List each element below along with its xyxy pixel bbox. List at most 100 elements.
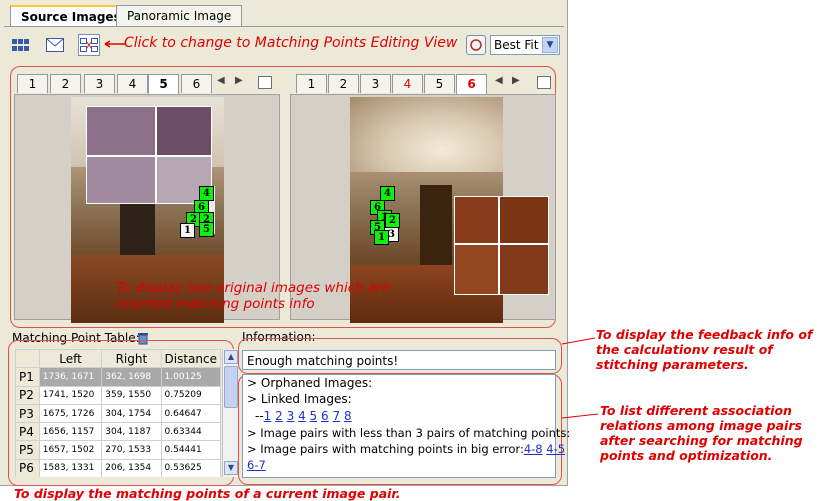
row-id: P3: [15, 403, 40, 424]
header-distance[interactable]: Distance: [160, 349, 221, 369]
less-than-3-line: > Image pairs with less than 3 pairs of …: [247, 426, 571, 440]
scroll-up-icon[interactable]: ▲: [224, 350, 238, 364]
linked-image-link[interactable]: 8: [344, 409, 352, 423]
right-tab-4[interactable]: 4: [392, 74, 423, 93]
big-error-line-wrap: 6-7: [247, 458, 266, 472]
left-magnifier-cell-1: [86, 106, 156, 156]
big-error-link[interactable]: 4-8: [524, 442, 543, 456]
big-error-label: > Image pairs with matching points in bi…: [247, 442, 524, 456]
row-right: 304, 1187: [101, 422, 162, 442]
table-row[interactable]: P1 1736, 1671 362, 1698 1.00125: [15, 367, 221, 387]
left-match-marker[interactable]: 5: [199, 222, 214, 237]
linked-image-link[interactable]: 3: [287, 409, 295, 423]
matching-point-table: Left Right Distance P1 1736, 1671 362, 1…: [15, 349, 221, 477]
right-tab-3[interactable]: 3: [360, 74, 391, 93]
row-left: 1675, 1726: [38, 403, 103, 424]
right-match-marker[interactable]: 4: [380, 186, 395, 201]
orphaned-images-line: > Orphaned Images:: [247, 376, 373, 390]
left-magnifier-cell-2: [156, 106, 212, 156]
table-row[interactable]: P2 1741, 1520 359, 1550 0.75209: [15, 385, 221, 405]
big-error-link[interactable]: 4-5: [546, 442, 565, 456]
row-distance: 0.63344: [160, 422, 221, 442]
right-scroll-left-icon[interactable]: ◀: [495, 75, 503, 86]
zoom-select[interactable]: Best Fit ▼: [490, 35, 560, 55]
right-image-ceiling: [350, 97, 503, 172]
left-scroll-right-icon[interactable]: ▶: [235, 75, 243, 86]
tab-source-images[interactable]: Source Images: [10, 5, 132, 27]
linked-image-link[interactable]: 2: [275, 409, 283, 423]
chevron-down-icon[interactable]: ▼: [542, 37, 558, 53]
matching-points-editing-icon[interactable]: [78, 34, 100, 56]
table-row[interactable]: P5 1657, 1502 270, 1533 0.54441: [15, 440, 221, 460]
right-match-marker[interactable]: 2: [385, 213, 400, 228]
right-magnifier-cell-3: [454, 244, 499, 295]
table-row[interactable]: P4 1656, 1157 304, 1187 0.63344: [15, 422, 221, 442]
right-restore-icon[interactable]: [537, 76, 551, 89]
row-id: P6: [15, 458, 40, 477]
right-tab-6[interactable]: 6: [456, 74, 487, 94]
linked-image-link[interactable]: 5: [310, 409, 318, 423]
thumbnail-view-icon[interactable]: [10, 34, 32, 56]
image-view-icon[interactable]: [44, 34, 66, 56]
scroll-down-icon[interactable]: ▼: [224, 461, 238, 475]
row-distance: 0.75209: [160, 385, 221, 405]
relations-list: > Orphaned Images: > Linked Images: --1 …: [242, 374, 570, 478]
right-tab-2[interactable]: 2: [328, 74, 359, 93]
row-id: P5: [15, 440, 40, 460]
left-match-marker-selected[interactable]: 1: [180, 223, 195, 238]
feedback-field: Enough matching points!: [242, 350, 556, 370]
tab-panoramic-image[interactable]: Panoramic Image: [116, 5, 243, 26]
right-magnifier-cell-2: [499, 196, 549, 244]
row-left: 1736, 1671: [38, 367, 103, 387]
relations-connector: [561, 413, 599, 419]
right-image-door: [420, 185, 452, 270]
row-distance: 0.64647: [160, 403, 221, 424]
linked-image-link[interactable]: 1: [264, 409, 272, 423]
left-tab-4[interactable]: 4: [117, 74, 148, 93]
linked-image-link[interactable]: 4: [298, 409, 306, 423]
row-id: P4: [15, 422, 40, 442]
header-right[interactable]: Right: [101, 349, 162, 369]
row-id: P2: [15, 385, 40, 405]
left-magnifier-cell-3: [86, 156, 156, 204]
left-tab-5[interactable]: 5: [148, 74, 179, 94]
row-distance: 1.00125: [160, 367, 221, 387]
row-left: 1656, 1157: [38, 422, 103, 442]
left-tab-3[interactable]: 3: [84, 74, 115, 93]
scroll-thumb[interactable]: [224, 366, 238, 408]
left-restore-icon[interactable]: [258, 76, 272, 89]
instruction-text: Click to change to Matching Points Editi…: [124, 35, 458, 51]
right-magnifier-cell-1: [454, 196, 499, 244]
linked-prefix: --: [255, 409, 264, 423]
linked-images-links: --1 2 3 4 5 6 7 8: [255, 409, 352, 423]
linked-image-link[interactable]: 6: [321, 409, 329, 423]
left-tab-1[interactable]: 1: [17, 74, 48, 93]
relations-annotation: To list different association relations …: [600, 403, 803, 463]
row-distance: 0.53625: [160, 458, 221, 477]
tab-divider: [4, 26, 564, 27]
table-header-row: Left Right Distance: [15, 349, 221, 369]
row-distance: 0.54441: [160, 440, 221, 460]
big-error-link[interactable]: 6-7: [247, 458, 266, 472]
right-match-marker[interactable]: 1: [374, 230, 389, 245]
table-row[interactable]: P6 1583, 1331 206, 1354 0.53625: [15, 458, 221, 477]
table-row[interactable]: P3 1675, 1726 304, 1754 0.64647: [15, 403, 221, 424]
header-corner: [15, 349, 40, 369]
left-tab-6[interactable]: 6: [181, 74, 212, 93]
row-left: 1657, 1502: [38, 440, 103, 460]
right-scroll-right-icon[interactable]: ▶: [512, 75, 520, 86]
linked-images-line: > Linked Images:: [247, 392, 352, 406]
row-right: 359, 1550: [101, 385, 162, 405]
row-right: 206, 1354: [101, 458, 162, 477]
header-left[interactable]: Left: [38, 349, 103, 369]
linked-image-link[interactable]: 7: [332, 409, 340, 423]
left-scroll-left-icon[interactable]: ◀: [217, 75, 225, 86]
table-scrollbar[interactable]: ▲ ▼: [222, 349, 238, 477]
zoom-select-value: Best Fit: [494, 38, 539, 52]
image-pair-caption: To display two original images which are…: [116, 280, 391, 312]
right-tab-1[interactable]: 1: [296, 74, 327, 93]
fit-toggle-icon[interactable]: [466, 35, 486, 55]
left-tab-2[interactable]: 2: [50, 74, 81, 93]
right-tab-5[interactable]: 5: [424, 74, 455, 93]
left-match-marker[interactable]: 4: [199, 186, 214, 201]
